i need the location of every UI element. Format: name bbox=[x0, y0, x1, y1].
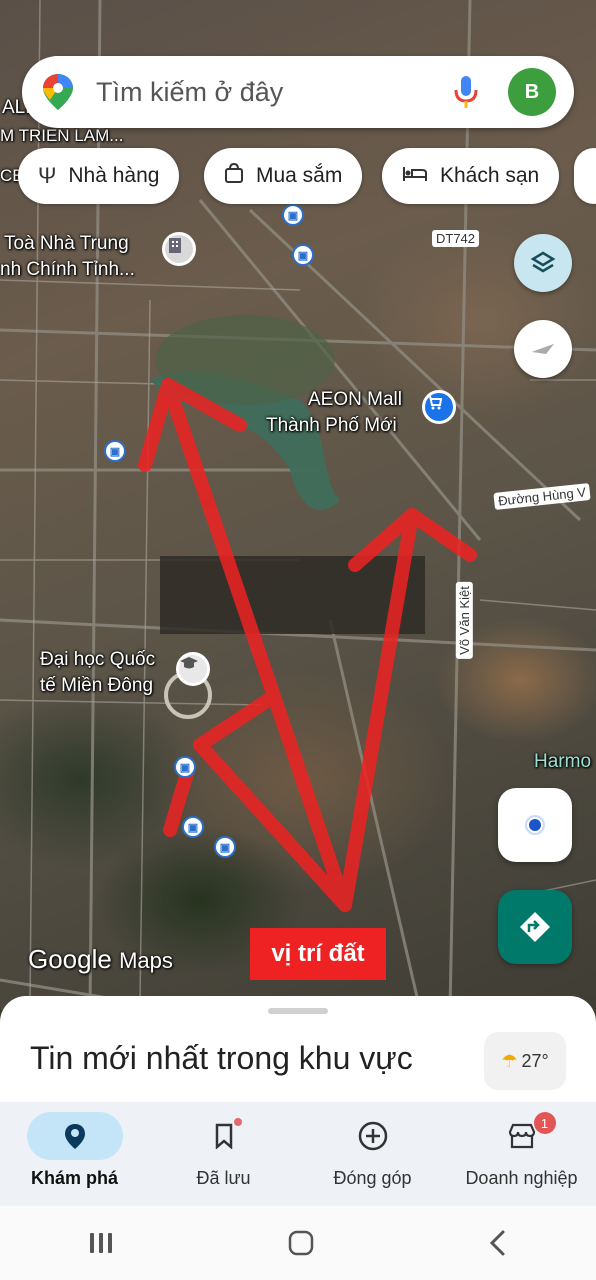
map-label-harmony[interactable]: Harmo bbox=[534, 750, 591, 774]
directions-icon bbox=[520, 912, 550, 942]
directions-button[interactable] bbox=[498, 890, 572, 964]
watermark-brand: Google bbox=[28, 944, 112, 974]
tab-label: Doanh nghiệp bbox=[465, 1168, 578, 1188]
chip-label: Mua sắm bbox=[256, 164, 343, 187]
compass-icon bbox=[532, 344, 554, 354]
bus-stop-icon[interactable]: ▣ bbox=[292, 244, 314, 266]
tab-contribute[interactable]: Đóng góp bbox=[298, 1102, 447, 1206]
storefront-icon bbox=[508, 1123, 535, 1149]
bus-stop-icon[interactable]: ▣ bbox=[182, 816, 204, 838]
bottom-navigation: Khám phá Đã lưu Đóng góp 1 Doanh nghiệp bbox=[0, 1102, 596, 1206]
map-label-university-2[interactable]: tế Miền Đông bbox=[40, 674, 153, 698]
map-label-aeon[interactable]: AEON Mall bbox=[308, 388, 402, 412]
tab-business[interactable]: 1 Doanh nghiệp bbox=[447, 1102, 596, 1206]
chip-label: Nhà hàng bbox=[68, 164, 160, 187]
chip-label: Khách sạn bbox=[440, 164, 540, 187]
google-maps-watermark: Google Maps bbox=[28, 944, 173, 975]
map-label-university[interactable]: Đại học Quốc bbox=[40, 648, 155, 672]
tab-label: Đã lưu bbox=[196, 1168, 251, 1188]
tab-label: Đóng góp bbox=[333, 1168, 412, 1188]
notification-badge: 1 bbox=[533, 1112, 556, 1134]
google-maps-logo-icon bbox=[43, 74, 73, 110]
map-label-building-2[interactable]: nh Chính Tỉnh... bbox=[0, 258, 135, 282]
drag-handle[interactable] bbox=[268, 1008, 328, 1014]
fork-knife-icon: Ψ bbox=[38, 163, 57, 188]
location-target-icon bbox=[525, 815, 545, 835]
search-bar[interactable]: Tìm kiếm ở đây B bbox=[22, 56, 574, 128]
category-chips: Ψ Nhà hàng Mua sắm Khách sạn bbox=[0, 148, 596, 204]
chip-restaurants[interactable]: Ψ Nhà hàng bbox=[18, 148, 180, 204]
back-icon[interactable] bbox=[486, 1229, 510, 1257]
tab-label: Khám phá bbox=[30, 1168, 118, 1188]
search-input[interactable]: Tìm kiếm ở đây bbox=[96, 77, 452, 108]
layers-icon bbox=[530, 251, 556, 273]
system-navigation-bar bbox=[0, 1206, 596, 1280]
home-icon[interactable] bbox=[287, 1229, 315, 1257]
shopping-cart-icon[interactable] bbox=[422, 390, 456, 424]
bottom-sheet[interactable]: Tin mới nhất trong khu vực ☂ 27° bbox=[0, 996, 596, 1106]
bus-stop-icon[interactable]: ▣ bbox=[214, 836, 236, 858]
weather-chip[interactable]: ☂ 27° bbox=[484, 1032, 566, 1090]
tab-explore[interactable]: Khám phá bbox=[0, 1102, 149, 1206]
map-label-building[interactable]: Toà Nhà Trung bbox=[4, 232, 129, 256]
sheet-title: Tin mới nhất trong khu vực bbox=[30, 1040, 413, 1076]
tab-saved[interactable]: Đã lưu bbox=[149, 1102, 298, 1206]
map-label-aeon-2[interactable]: Thành Phố Mới bbox=[266, 414, 397, 438]
notification-dot bbox=[233, 1118, 242, 1126]
chip-hotels[interactable]: Khách sạn bbox=[382, 148, 560, 204]
recent-apps-icon[interactable] bbox=[86, 1230, 116, 1256]
shopping-bag-icon bbox=[224, 162, 244, 190]
my-location-button[interactable] bbox=[498, 788, 572, 862]
bookmark-icon bbox=[215, 1123, 232, 1149]
building-pin-icon[interactable] bbox=[162, 232, 196, 266]
add-circle-icon bbox=[358, 1121, 387, 1151]
bed-icon bbox=[402, 163, 428, 189]
microphone-icon[interactable] bbox=[452, 74, 480, 110]
avatar[interactable]: B bbox=[508, 68, 556, 116]
land-location-label: vị trí đất bbox=[250, 928, 386, 980]
bus-stop-icon[interactable]: ▣ bbox=[104, 440, 126, 462]
road-label-dt742: DT742 bbox=[432, 230, 480, 247]
weather-temp: 27° bbox=[521, 1050, 549, 1071]
chip-shopping[interactable]: Mua sắm bbox=[204, 148, 363, 204]
bus-stop-icon[interactable]: ▣ bbox=[282, 204, 304, 226]
bus-stop-icon[interactable]: ▣ bbox=[174, 756, 196, 778]
weather-storm-icon: ☂ bbox=[501, 1050, 518, 1071]
graduation-cap-icon[interactable] bbox=[176, 652, 210, 686]
layers-button[interactable] bbox=[514, 234, 572, 292]
chip-more[interactable] bbox=[574, 148, 596, 204]
location-pin-icon bbox=[64, 1124, 85, 1149]
road-label-vo-van-kiet: Võ Văn Kiệt bbox=[455, 582, 473, 659]
watermark-product: Maps bbox=[119, 948, 173, 973]
compass-button[interactable] bbox=[514, 320, 572, 378]
